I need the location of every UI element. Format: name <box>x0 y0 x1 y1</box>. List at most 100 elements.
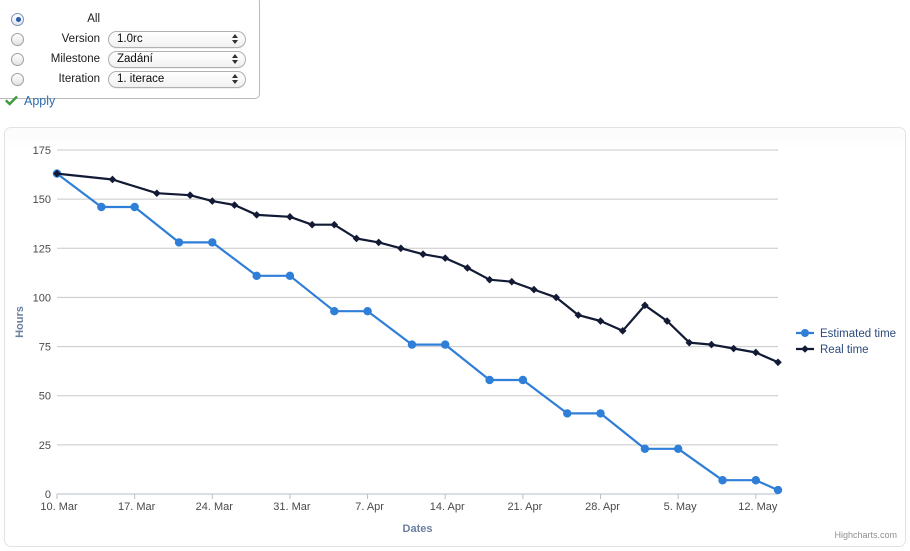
data-point <box>108 175 117 184</box>
data-point <box>153 189 161 198</box>
filter-label-milestone: Milestone <box>50 53 100 65</box>
filter-row-version: Version 1.0rc <box>3 29 249 49</box>
data-point <box>530 285 538 294</box>
filters-legend-label: Filters <box>29 0 64 3</box>
x-tick-label: 31. Mar <box>273 501 311 513</box>
data-point <box>441 254 450 262</box>
radio-milestone[interactable] <box>11 52 24 66</box>
data-point <box>518 375 528 385</box>
data-point <box>407 340 417 349</box>
green-check-icon <box>5 95 18 106</box>
y-tick-label: 150 <box>33 194 51 206</box>
x-tick-label: 28. Apr <box>585 501 620 513</box>
chart-panel: 0 25 50 75 100 125 150 175 10. Mar 17. Mar 24. Ma… <box>4 127 906 547</box>
data-point <box>485 375 494 385</box>
data-point <box>252 271 261 281</box>
y-tick-label: 100 <box>33 292 51 304</box>
x-axis-line <box>56 493 778 499</box>
chart-credits: Highcharts.com <box>834 530 897 540</box>
x-tick-label: 17. Mar <box>118 501 156 513</box>
milestone-select[interactable]: Zadání <box>108 50 246 68</box>
x-axis-tick-labels: 10. Mar 17. Mar 24. Mar 31. Mar 7. Apr 14. Ap… <box>40 501 778 513</box>
filter-row-all: All <box>3 9 249 29</box>
data-point <box>419 250 427 258</box>
data-point <box>729 344 738 353</box>
y-tick-label: 125 <box>33 243 51 255</box>
data-point <box>252 211 261 219</box>
radio-iteration[interactable] <box>11 72 24 86</box>
data-point <box>596 409 605 418</box>
burndown-chart: 0 25 50 75 100 125 150 175 10. Mar 17. Mar 24. Ma… <box>14 145 897 540</box>
radio-version[interactable] <box>11 32 24 46</box>
data-point <box>507 277 516 286</box>
x-tick-label: 5. May <box>664 501 698 513</box>
filters-body: All Version 1.0rc Milestone Zadání Itera… <box>0 3 259 98</box>
apply-label: Apply <box>24 94 56 108</box>
chart-legend: Estimated time Real time <box>796 328 896 356</box>
data-point <box>673 444 683 453</box>
legend-marker <box>801 345 809 353</box>
data-point <box>186 191 194 200</box>
x-tick-label: 7. Apr <box>355 501 384 513</box>
x-tick-label: 14. Apr <box>430 501 465 513</box>
filter-row-milestone: Milestone Zadání <box>3 49 249 69</box>
data-point <box>308 220 316 229</box>
data-point <box>596 317 605 325</box>
data-point <box>563 409 572 418</box>
stepper-icon[interactable] <box>232 73 238 84</box>
x-tick-label: 21. Apr <box>507 501 542 513</box>
x-tick-label: 12. May <box>738 501 778 513</box>
filters-panel: Filters All Version 1.0rc Milestone Zadá… <box>0 0 260 99</box>
data-point <box>130 202 139 212</box>
data-point <box>230 201 239 209</box>
legend-label: Real time <box>820 344 869 356</box>
data-point <box>751 476 761 485</box>
filter-label-version: Version <box>61 33 100 45</box>
filter-row-iteration: Iteration 1. iterace <box>3 69 249 89</box>
data-point <box>363 306 372 316</box>
legend-marker <box>801 329 809 337</box>
data-point <box>463 264 472 272</box>
series-layer <box>52 169 783 495</box>
stepper-icon[interactable] <box>232 53 238 64</box>
data-point <box>773 485 783 495</box>
x-tick-label: 24. Mar <box>196 501 234 513</box>
y-tick-label: 50 <box>39 391 51 403</box>
y-tick-label: 175 <box>33 145 51 157</box>
data-point <box>374 238 383 247</box>
apply-button[interactable]: Apply <box>4 94 55 108</box>
data-point <box>330 306 339 316</box>
data-point <box>208 197 217 205</box>
data-point <box>774 358 782 367</box>
x-tick-label: 10. Mar <box>40 501 78 513</box>
iteration-select[interactable]: 1. iterace <box>108 70 246 88</box>
data-point <box>97 202 106 212</box>
y-tick-label: 75 <box>39 342 51 354</box>
version-select-value: 1.0rc <box>117 33 143 45</box>
series-line-real-time <box>55 172 780 364</box>
radio-all[interactable] <box>11 12 24 26</box>
data-point <box>640 444 650 453</box>
data-point <box>397 244 405 253</box>
data-point <box>174 238 184 247</box>
iteration-select-value: 1. iterace <box>117 73 165 85</box>
stepper-icon[interactable] <box>232 33 238 44</box>
data-point <box>441 340 450 349</box>
data-point <box>286 213 294 221</box>
y-axis-tick-labels: 0 25 50 75 100 125 150 175 <box>33 145 51 501</box>
data-point <box>718 476 727 485</box>
version-select[interactable]: 1.0rc <box>108 30 246 48</box>
y-tick-label: 0 <box>45 489 51 501</box>
data-point <box>752 348 760 357</box>
data-point <box>208 238 217 247</box>
y-tick-label: 25 <box>39 440 51 452</box>
y-axis-title: Hours <box>14 306 26 338</box>
filter-label-iteration: Iteration <box>58 73 100 85</box>
data-point <box>285 271 295 281</box>
legend-label: Estimated time <box>820 328 896 340</box>
x-axis-title: Dates <box>403 523 433 535</box>
series-line-estimated-time <box>55 172 780 492</box>
data-point <box>707 340 716 349</box>
milestone-select-value: Zadání <box>117 53 153 65</box>
filter-label-all: All <box>87 13 100 25</box>
